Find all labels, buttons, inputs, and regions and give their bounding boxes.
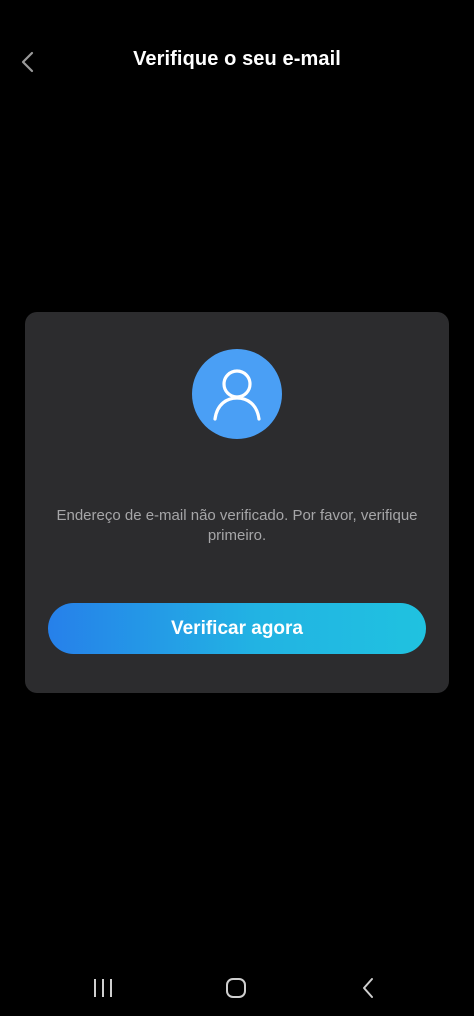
status-bar bbox=[0, 0, 474, 30]
home-icon bbox=[226, 978, 246, 998]
user-icon bbox=[213, 369, 261, 421]
page-title: Verifique o seu e-mail bbox=[133, 48, 341, 70]
unverified-email-message: Endereço de e-mail não verificado. Por f… bbox=[56, 507, 418, 544]
back-icon bbox=[363, 978, 373, 998]
header: Verifique o seu e-mail bbox=[0, 30, 474, 94]
system-back-button[interactable] bbox=[346, 972, 390, 1004]
avatar bbox=[192, 349, 282, 439]
home-button[interactable] bbox=[214, 972, 258, 1004]
recent-apps-button[interactable] bbox=[81, 972, 125, 1004]
recent-apps-icon bbox=[94, 979, 112, 997]
verification-card: Endereço de e-mail não verificado. Por f… bbox=[25, 312, 449, 693]
system-nav-bar bbox=[0, 960, 474, 1016]
verify-now-button[interactable]: Verificar agora bbox=[48, 603, 426, 654]
